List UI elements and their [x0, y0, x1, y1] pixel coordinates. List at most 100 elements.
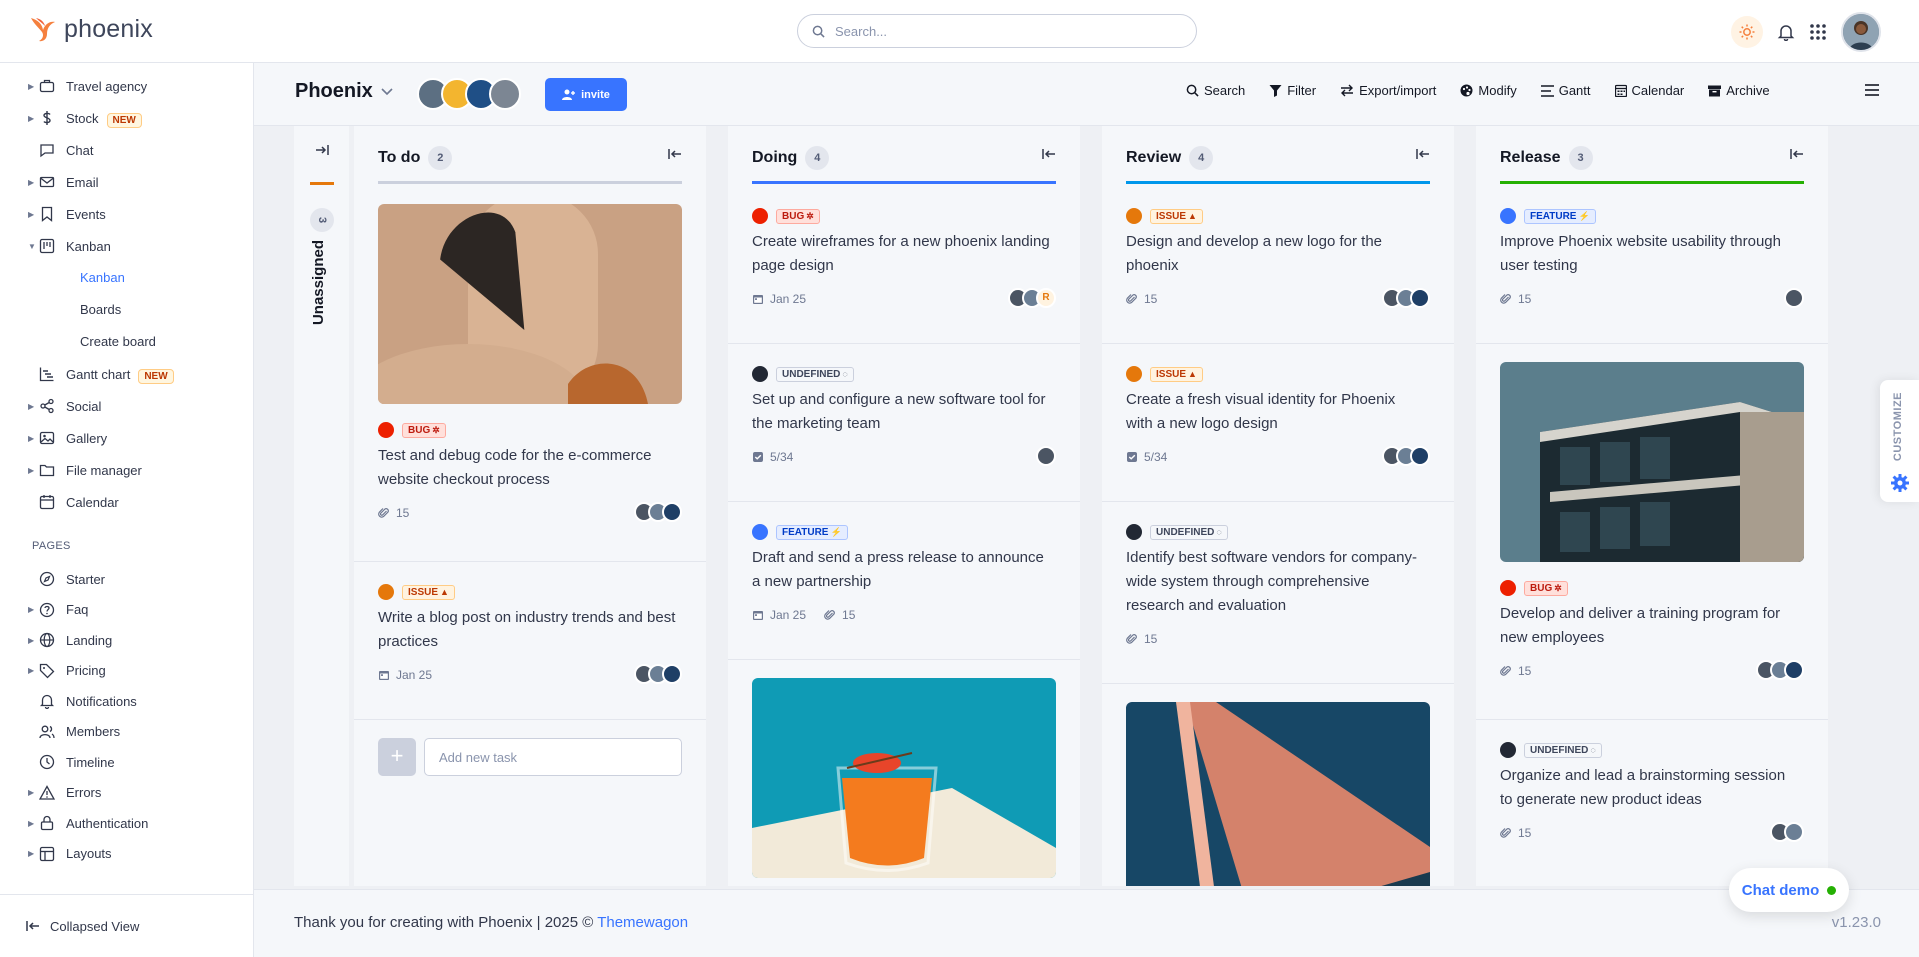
bell-icon[interactable] [1777, 23, 1795, 41]
task-title[interactable]: Create a fresh visual identity for Phoen… [1126, 388, 1426, 436]
task-card[interactable]: UNDEFINED ◌ Set up and configure a new sof… [728, 344, 1080, 502]
task-card[interactable]: UNDEFINED ◌ Organize and lead a brainstorm… [1476, 720, 1828, 886]
toolbar-archive-button[interactable]: Archive [1708, 83, 1770, 98]
search-input[interactable] [835, 23, 1165, 39]
task-card[interactable]: FEATURE ⚡ Draft and send a press release t… [728, 502, 1080, 660]
sidebar-subitem-create-board[interactable]: Create board [80, 334, 156, 349]
task-title[interactable]: Test and debug code for the e-commerce w… [378, 444, 678, 492]
collapse-column-icon[interactable] [668, 148, 682, 160]
task-card[interactable]: ISSUE ▲ Write a blog post on industry tren… [354, 562, 706, 720]
task-title[interactable]: Organize and lead a brainstorming sessio… [1500, 764, 1800, 812]
sidebar-item-kanban[interactable]: ▼ Kanban [0, 233, 254, 259]
add-task-input[interactable] [424, 738, 682, 776]
sidebar-item-file-manager[interactable]: ▶ File manager [0, 457, 254, 483]
task-card[interactable]: BUG ✲ Create wireframes for a new phoenix … [728, 186, 1080, 344]
task-card[interactable]: FEATURE ⚡ Improve Phoenix website usabilit… [1476, 186, 1828, 344]
sidebar-item-notifications[interactable]: Notifications [0, 688, 254, 714]
label-text: Authentication [66, 815, 149, 831]
collapse-column-icon[interactable] [1042, 148, 1056, 160]
sidebar-item-email[interactable]: ▶ Email [0, 169, 254, 195]
sidebar-item-timeline[interactable]: Timeline [0, 749, 254, 775]
toolbar-label: Filter [1287, 83, 1317, 98]
task-title[interactable]: Improve Phoenix website usability throug… [1500, 230, 1800, 278]
task-card[interactable]: BUG ✲ Develop and deliver a training progr… [1476, 344, 1828, 720]
task-title[interactable]: Draft and send a press release to announ… [752, 546, 1052, 594]
sidebar-subitem-kanban[interactable]: Kanban [80, 270, 125, 285]
kanban-column-review: Review 4 ISSUE ▲ Design and develop a new lo… [1102, 126, 1454, 886]
expand-right-icon[interactable] [315, 144, 329, 156]
new-badge: NEW [106, 112, 142, 128]
task-card[interactable]: UNDEFINED ◌ Identify best software vendors… [1102, 502, 1454, 684]
assignee-avatars[interactable] [1770, 822, 1804, 842]
meta-text: 5/34 [1144, 450, 1168, 464]
board-title: Phoenix [295, 80, 373, 102]
add-task-plus-button[interactable]: + [378, 738, 416, 776]
unassigned-column[interactable]: 3 Unassigned [294, 126, 349, 886]
task-card[interactable] [1102, 684, 1454, 886]
task-title[interactable]: Write a blog post on industry trends and… [378, 606, 678, 654]
user-avatar[interactable] [1841, 12, 1881, 52]
theme-toggle[interactable] [1731, 16, 1763, 48]
abstract-photo-icon [378, 204, 682, 404]
task-title[interactable]: Design and develop a new logo for the ph… [1126, 230, 1426, 278]
sidebar-item-starter[interactable]: Starter [0, 566, 254, 592]
task-card[interactable]: ISSUE ▲ Create a fresh visual identity for… [1102, 344, 1454, 502]
sidebar-item-layouts[interactable]: ▶ Layouts [0, 841, 254, 867]
toolbar-modify-button[interactable]: Modify [1460, 83, 1517, 98]
sidebar-item-chat[interactable]: Chat [0, 137, 254, 163]
app-logo[interactable]: phoenix [28, 14, 153, 44]
task-title[interactable]: Develop and deliver a training program f… [1500, 602, 1800, 650]
sidebar-item-travel-agency[interactable]: ▶ Travel agency [0, 73, 254, 99]
toolbar-calendar-button[interactable]: Calendar [1614, 83, 1684, 98]
toolbar-label: Modify [1478, 83, 1517, 98]
toolbar-search-button[interactable]: Search [1186, 83, 1245, 98]
global-search[interactable] [797, 14, 1197, 48]
assignee-avatars[interactable] [1382, 446, 1430, 466]
task-card[interactable]: ISSUE ▲ Design and develop a new logo for … [1102, 186, 1454, 344]
sidebar-item-gallery[interactable]: ▶ Gallery [0, 425, 254, 451]
sidebar-item-members[interactable]: Members [0, 719, 254, 745]
status-dot [1126, 524, 1142, 540]
card-image [1500, 362, 1804, 562]
assignee-avatars[interactable] [1036, 446, 1056, 466]
status-dot [1126, 366, 1142, 382]
assignee-avatars[interactable] [1382, 288, 1430, 308]
apps-grid-icon[interactable] [1809, 23, 1827, 41]
chat-demo-button[interactable]: Chat demo [1729, 868, 1849, 912]
collapse-column-icon[interactable] [1790, 148, 1804, 160]
board-title-dropdown[interactable]: Phoenix [295, 80, 393, 103]
assignee-avatars[interactable] [1756, 660, 1804, 680]
paperclip-icon [1126, 294, 1137, 304]
task-title[interactable]: Identify best software vendors for compa… [1126, 546, 1426, 618]
invite-button[interactable]: invite [545, 78, 627, 111]
bug-tag-icon: ✲ [806, 210, 814, 221]
task-title[interactable]: Set up and configure a new software tool… [752, 388, 1052, 436]
sidebar-item-authentication[interactable]: ▶ Authentication [0, 810, 254, 836]
collapse-column-icon[interactable] [1416, 148, 1430, 160]
task-card[interactable]: BUG ✲ Test and debug code for the e-commer… [354, 186, 706, 562]
assignee-avatars[interactable] [634, 664, 682, 684]
sidebar-subitem-boards[interactable]: Boards [80, 302, 121, 317]
toolbar-filter-button[interactable]: Filter [1269, 83, 1316, 98]
team-avatars[interactable] [417, 78, 521, 110]
sidebar-item-pricing[interactable]: ▶ Pricing [0, 658, 254, 684]
sidebar-item-calendar[interactable]: Calendar [0, 489, 254, 515]
sidebar-item-events[interactable]: ▶ Events [0, 201, 254, 227]
sidebar-item-gantt-chart[interactable]: Gantt chart NEW [0, 361, 254, 387]
sidebar-item-stock[interactable]: ▶ Stock NEW [0, 105, 254, 131]
sidebar-item-social[interactable]: ▶ Social [0, 393, 254, 419]
customize-tab[interactable]: CUSTOMIZE [1880, 380, 1919, 502]
assignee-avatars[interactable]: R [1008, 288, 1056, 308]
themewagon-link[interactable]: Themewagon [597, 914, 688, 931]
task-card[interactable]: ISSUE▲ [728, 660, 1080, 886]
assignee-avatars[interactable] [1784, 288, 1804, 308]
toolbar-export-import-button[interactable]: Export/import [1340, 83, 1436, 98]
assignee-avatars[interactable] [634, 502, 682, 522]
task-title[interactable]: Create wireframes for a new phoenix land… [752, 230, 1052, 278]
sidebar-item-landing[interactable]: ▶ Landing [0, 627, 254, 653]
sidebar-item-faq[interactable]: ▶ Faq [0, 597, 254, 623]
hamburger-menu-icon[interactable] [1865, 84, 1879, 96]
collapsed-view-button[interactable]: Collapsed View [0, 894, 254, 957]
sidebar-item-errors[interactable]: ▶ Errors [0, 780, 254, 806]
toolbar-gantt-button[interactable]: Gantt [1540, 83, 1591, 98]
